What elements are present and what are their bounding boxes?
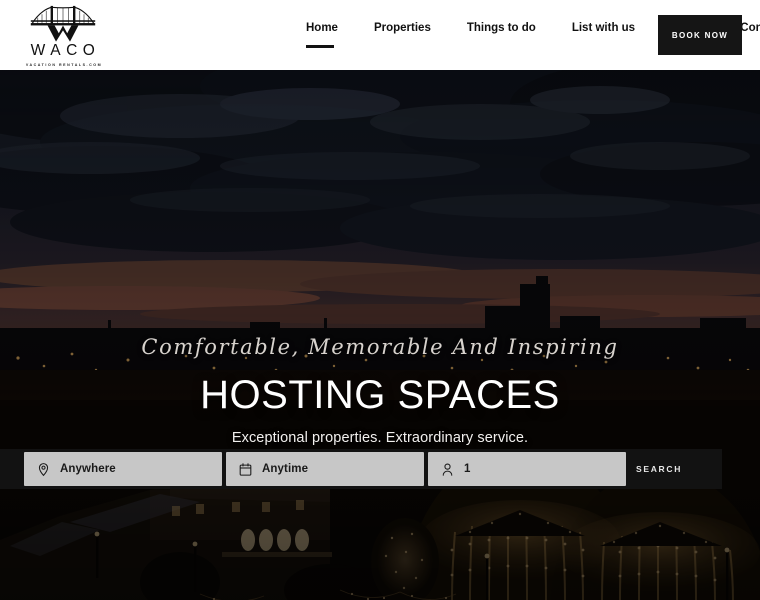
search-guests-field[interactable]: 1 [428, 452, 626, 486]
nav-item-things-to-do[interactable]: Things to do [449, 20, 554, 36]
nav-item-list-with-us[interactable]: List with us [554, 20, 653, 36]
nav-active-indicator [306, 45, 334, 48]
search-location-value: Anywhere [60, 463, 116, 475]
calendar-icon [239, 462, 252, 476]
bridge-logo-icon [30, 5, 96, 42]
person-icon [442, 463, 453, 476]
search-bar: Anywhere Anytime 1 SEARCH [0, 449, 722, 489]
page-root: WACO VACATION RENTALS.COM Home Propertie… [0, 0, 760, 600]
hero-copy: Comfortable, Memorable And Inspiring HOS… [0, 335, 760, 446]
brand-logo[interactable]: WACO VACATION RENTALS.COM [18, 2, 108, 68]
hero-subtitle: Exceptional properties. Extraordinary se… [231, 430, 529, 447]
brand-name: WACO [30, 42, 101, 59]
site-header: WACO VACATION RENTALS.COM Home Propertie… [0, 0, 760, 70]
search-fields-group: Anywhere Anytime 1 [0, 452, 626, 486]
hero-title: HOSTING SPACES [200, 373, 560, 418]
hero-section: Comfortable, Memorable And Inspiring HOS… [0, 70, 760, 600]
search-dates-value: Anytime [262, 463, 309, 475]
search-guests-value: 1 [464, 463, 471, 475]
nav-label-home: Home [306, 22, 338, 34]
hero-script-tagline: Comfortable, Memorable And Inspiring [141, 335, 619, 359]
nav-item-home[interactable]: Home [296, 20, 356, 48]
map-pin-icon [38, 462, 49, 476]
nav-item-properties[interactable]: Properties [356, 20, 449, 36]
search-location-field[interactable]: Anywhere [24, 452, 222, 486]
search-submit-button[interactable]: SEARCH [626, 449, 722, 489]
brand-tagline: VACATION RENTALS.COM [25, 62, 103, 67]
book-now-button[interactable]: BOOK NOW [658, 15, 742, 55]
search-dates-field[interactable]: Anytime [226, 452, 424, 486]
